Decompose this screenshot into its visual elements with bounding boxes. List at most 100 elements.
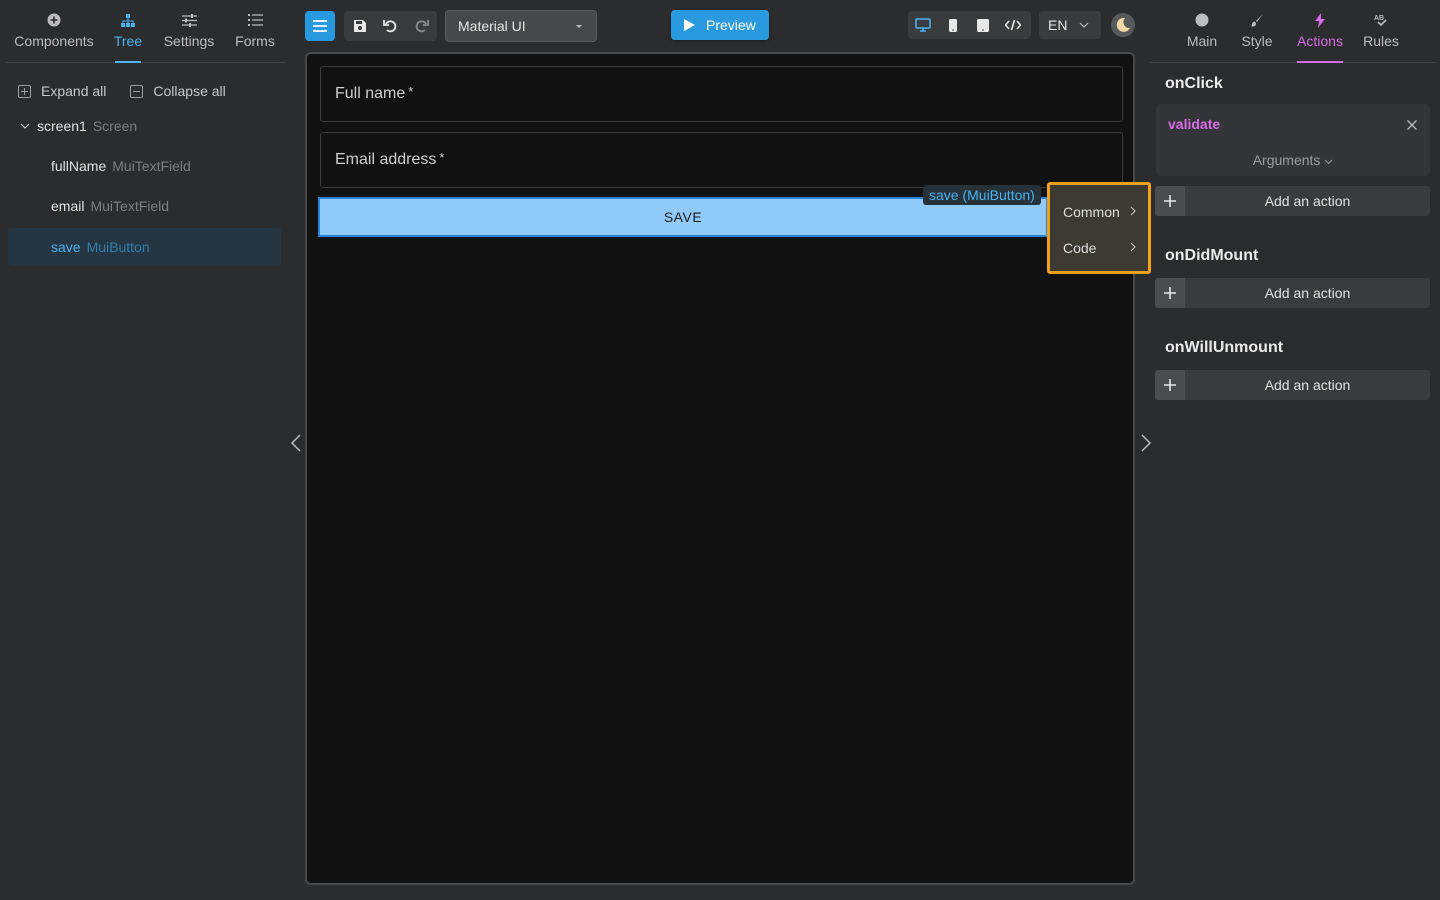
hamburger-icon: [313, 20, 327, 32]
fullname-field[interactable]: Full name *: [320, 66, 1123, 122]
required-marker: *: [439, 149, 445, 165]
plus-circle-icon: [46, 12, 62, 28]
list-icon: [247, 12, 263, 28]
chevron-down-icon: [1324, 159, 1333, 165]
tab-actions[interactable]: Actions: [1294, 0, 1346, 63]
tab-rules-label: Rules: [1363, 33, 1399, 49]
context-menu-code[interactable]: Code: [1050, 233, 1148, 263]
tablet-view-button[interactable]: [968, 11, 998, 39]
tree-item-name: email: [51, 198, 85, 214]
add-action-onclick[interactable]: Add an action: [1155, 186, 1430, 216]
collapse-all-button[interactable]: Collapse all: [130, 83, 226, 99]
tab-tree[interactable]: Tree: [102, 0, 154, 62]
ui-library-select[interactable]: Material UI: [445, 10, 597, 42]
tab-actions-label: Actions: [1297, 33, 1343, 49]
expand-all-label: Expand all: [41, 83, 107, 99]
tab-rules[interactable]: AB Rules: [1360, 0, 1402, 62]
add-action-label: Add an action: [1264, 377, 1351, 393]
tab-main[interactable]: Main: [1180, 0, 1224, 62]
mobile-view-button[interactable]: [938, 11, 968, 39]
tab-forms-label: Forms: [235, 33, 275, 49]
menu-button[interactable]: [305, 11, 335, 41]
desktop-view-button[interactable]: [908, 11, 938, 39]
tab-style[interactable]: Style: [1236, 0, 1278, 62]
caret-down-icon: [576, 25, 582, 28]
tree-item-name: screen1: [37, 118, 87, 134]
mobile-icon: [949, 18, 957, 32]
language-select[interactable]: EN: [1039, 11, 1101, 39]
redo-button[interactable]: [406, 11, 437, 41]
context-menu-code-label: Code: [1063, 240, 1097, 256]
tree-item-email[interactable]: email MuiTextField: [8, 187, 281, 225]
ui-library-value: Material UI: [458, 18, 526, 34]
left-tab-bar: Components Tree Settings Forms: [6, 0, 286, 63]
chevron-down-icon: [1080, 22, 1089, 28]
add-action-label: Add an action: [1264, 193, 1351, 209]
chevron-left-icon: [290, 434, 301, 452]
fullname-label: Full name: [335, 85, 406, 102]
desktop-icon: [915, 18, 931, 32]
undo-button[interactable]: [375, 11, 406, 41]
add-action-label: Add an action: [1264, 285, 1351, 301]
action-card-validate[interactable]: validate Arguments: [1156, 104, 1430, 176]
tree-item-type: Screen: [92, 118, 138, 134]
left-panel: Components Tree Settings Forms Expand al…: [0, 0, 292, 900]
ab-icon: AB: [1373, 12, 1389, 28]
email-label: Email address: [335, 151, 437, 168]
chevron-right-icon: [1141, 434, 1152, 452]
event-title-onclick: onClick: [1165, 75, 1223, 92]
close-icon[interactable]: [1406, 118, 1418, 130]
expand-square-icon: [18, 84, 31, 98]
tree-item-type: MuiButton: [86, 239, 150, 255]
redo-icon: [415, 20, 429, 33]
plus-icon: [1155, 186, 1185, 216]
tab-forms[interactable]: Forms: [224, 0, 286, 62]
chevron-right-icon: [1130, 206, 1136, 216]
tab-main-label: Main: [1186, 33, 1218, 49]
event-title-ondidmount: onDidMount: [1165, 247, 1259, 264]
add-action-ondidmount[interactable]: Add an action: [1155, 278, 1430, 308]
tab-components-label: Components: [14, 33, 94, 49]
tree-item-fullname[interactable]: fullName MuiTextField: [8, 147, 281, 185]
circle-icon: [1194, 12, 1210, 28]
expand-all-button[interactable]: Expand all: [18, 83, 106, 99]
event-title-onwillunmount: onWillUnmount: [1165, 339, 1284, 356]
selection-label: save (MuiButton): [923, 185, 1041, 205]
tab-components[interactable]: Components: [6, 0, 102, 62]
preview-button[interactable]: Preview: [671, 10, 769, 40]
brush-icon: [1249, 12, 1265, 28]
arguments-label: Arguments: [1252, 152, 1321, 168]
action-name: validate: [1168, 116, 1221, 132]
chevron-right-icon: [1130, 242, 1136, 252]
tree-item-type: MuiTextField: [90, 198, 170, 214]
code-view-button[interactable]: [998, 11, 1028, 39]
right-tab-bar: Main Style Actions AB Rules: [1150, 0, 1436, 63]
chevron-down-icon[interactable]: [20, 123, 30, 129]
context-menu-common[interactable]: Common: [1050, 197, 1148, 227]
tree-item-type: MuiTextField: [112, 158, 191, 174]
collapse-left-panel-button[interactable]: [290, 433, 302, 453]
tree-item-name: save: [51, 239, 81, 255]
context-menu-common-label: Common: [1063, 204, 1120, 220]
tab-settings-label: Settings: [163, 33, 215, 49]
collapse-right-panel-button[interactable]: [1140, 433, 1152, 453]
code-icon: [1005, 19, 1021, 31]
tree-item-save[interactable]: save MuiButton: [8, 228, 281, 266]
context-menu: Common Code: [1047, 182, 1151, 274]
language-value: EN: [1048, 17, 1068, 33]
moon-icon: [1116, 17, 1130, 32]
save-file-button[interactable]: [344, 11, 375, 41]
tab-style-label: Style: [1241, 33, 1273, 49]
add-action-onwillunmount[interactable]: Add an action: [1155, 370, 1430, 400]
tab-settings[interactable]: Settings: [154, 0, 224, 62]
design-canvas[interactable]: Full name * Email address * SAVE save (M…: [305, 52, 1151, 885]
tree-item-name: fullName: [51, 158, 107, 174]
tab-tree-label: Tree: [113, 33, 143, 49]
email-field[interactable]: Email address *: [320, 132, 1123, 188]
tree-item-screen1[interactable]: screen1 Screen: [8, 107, 281, 145]
plus-icon: [1155, 370, 1185, 400]
floppy-disk-icon: [353, 20, 366, 32]
arguments-toggle[interactable]: Arguments: [1156, 152, 1430, 168]
preview-label: Preview: [706, 17, 756, 33]
theme-toggle-button[interactable]: [1111, 13, 1135, 37]
